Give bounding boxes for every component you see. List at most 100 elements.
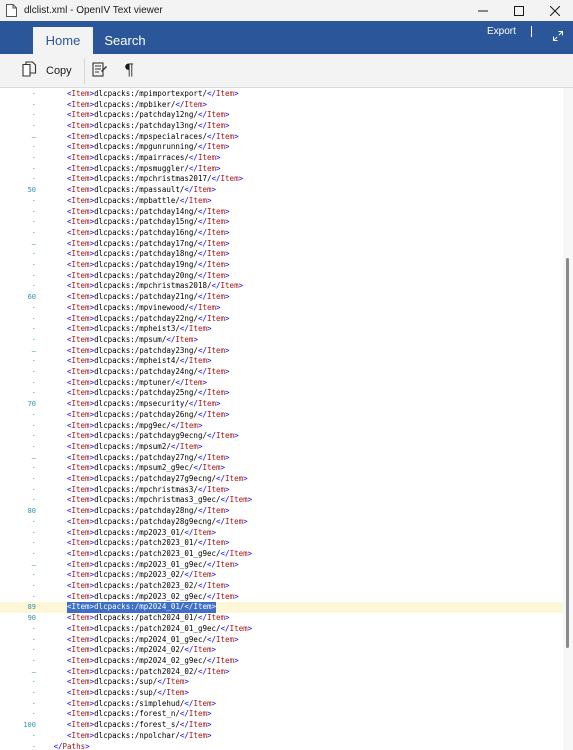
tab-home[interactable]: Home	[33, 27, 93, 54]
line-number: ·	[31, 485, 36, 494]
code-line: · <Item>dlcpacks:/mp2023_01/</Item>	[0, 528, 563, 539]
code-line: · <Item>dlcpacks:/mpgunrunning/</Item>	[0, 142, 563, 153]
code-line: · <Item>dlcpacks:/patchday12ng/</Item>	[0, 110, 563, 121]
line-number: ·	[31, 261, 36, 269]
code-text: <Item>dlcpacks:/mpchristmas2017/</Item>	[67, 174, 244, 184]
code-line: · <Item>dlcpacks:/sup/</Item>	[0, 677, 563, 688]
code-line: · <Item>dlcpacks:/patch2024_01_g9ec/</Ite…	[0, 624, 563, 635]
code-text: <Item>dlcpacks:/npolchar/</Item>	[67, 730, 212, 740]
code-text: <Item>dlcpacks:/patch2024_02/</Item>	[67, 666, 230, 676]
code-line: · <Item>dlcpacks:/mpbattle/</Item>	[0, 196, 563, 207]
code-text: <Item>dlcpacks:/patchday19ng/</Item>	[67, 260, 230, 269]
code-text: <Item>dlcpacks:/patchday24ng/</Item>	[67, 367, 230, 376]
code-line: · <Item>dlcpacks:/patchday19ng/</Item>	[0, 260, 563, 271]
line-number: 80	[27, 507, 36, 516]
copy-button[interactable]: Copy	[22, 61, 72, 81]
code-line: · <Item>dlcpacks:/mp2024_02_g9ec/</Item>	[0, 656, 563, 667]
copy-icon	[22, 61, 37, 81]
line-number: ·	[31, 710, 36, 719]
line-number: ·	[31, 410, 36, 419]
code-line: · <Item>dlcpacks:/patchday25ng/</Item>	[0, 388, 563, 399]
line-number: ·	[31, 528, 36, 537]
code-text: <Item>dlcpacks:/patch2023_01_g9ec/</Item…	[67, 548, 253, 558]
code-line: · <Item>dlcpacks:/mpchristmas2018/</Item>	[0, 281, 563, 292]
tab-search[interactable]: Search	[97, 27, 153, 54]
line-number: ·	[31, 442, 36, 451]
maximize-button[interactable]	[501, 0, 537, 21]
ribbon: Home Search Export	[0, 21, 573, 54]
line-number: ·	[31, 121, 36, 130]
line-number: ·	[31, 335, 36, 344]
toolbar-divider	[84, 58, 85, 84]
code-text: <Item>dlcpacks:/mp2024_01_g9ec/</Item>	[67, 634, 239, 644]
code-line: · <Item>dlcpacks:/mpairraces/</Item>	[0, 153, 563, 164]
line-number: ·	[31, 218, 36, 227]
code-text: <Item>dlcpacks:/forest_s/</Item>	[67, 720, 212, 730]
line-number: ·	[31, 250, 36, 259]
code-line: 70 <Item>dlcpacks:/mpsecurity/</Item>	[0, 399, 563, 410]
code-text: <Item>dlcpacks:/patchday23ng/</Item>	[67, 345, 230, 355]
vertical-scrollbar[interactable]	[563, 88, 573, 750]
line-number: 50	[27, 186, 36, 195]
line-number: ·	[31, 303, 36, 312]
pilcrow-icon[interactable]: ¶	[124, 60, 134, 79]
code-line: – <Item>dlcpacks:/mp2023_01_g9ec/</Item>	[0, 560, 563, 571]
code-line: · <Item>dlcpacks:/patchdayg9ecng/</Item>	[0, 431, 563, 442]
code-text: <Item>dlcpacks:/mpchristmas3_g9ec/</Item…	[67, 495, 253, 505]
line-number: ·	[31, 100, 36, 109]
code-line: · <Item>dlcpacks:/mpg9ec/</Item>	[0, 421, 563, 432]
line-number: ·	[31, 742, 36, 750]
title-bar: dlclist.xml - OpenIV Text viewer	[0, 0, 573, 21]
code-line: 89 <Item>dlcpacks:/mp2024_01/</Item>	[0, 602, 563, 614]
code-line: – <Item>dlcpacks:/patchday23ng/</Item>	[0, 346, 563, 357]
code-text: <Item>dlcpacks:/mpvinewood/</Item>	[67, 302, 221, 312]
code-line: · <Item>dlcpacks:/mpchristmas2017/</Item>	[0, 174, 563, 185]
code-text: <Item>dlcpacks:/mpchristmas2018/</Item>	[67, 281, 244, 291]
code-line: 100 <Item>dlcpacks:/forest_s/</Item>	[0, 720, 563, 731]
line-number: ·	[31, 282, 36, 291]
code-text: <Item>dlcpacks:/mpsum2/</Item>	[67, 441, 203, 451]
code-line: · <Item>dlcpacks:/mpchristmas3/</Item>	[0, 485, 563, 496]
line-number: ·	[31, 549, 36, 558]
code-line: · <Item>dlcpacks:/patchday16ng/</Item>	[0, 228, 563, 239]
line-number: ·	[31, 517, 36, 526]
line-number: ·	[31, 421, 36, 430]
line-number: ·	[31, 143, 36, 152]
minimize-button[interactable]	[465, 0, 501, 21]
code-text: <Item>dlcpacks:/patchday27g9ecng/</Item>	[67, 474, 248, 483]
line-number: ·	[31, 357, 36, 366]
code-text: <Item>dlcpacks:/simplehud/</Item>	[67, 698, 217, 708]
code-line: · <Item>dlcpacks:/mpsum/</Item>	[0, 335, 563, 346]
code-text: <Item>dlcpacks:/patchday27ng/</Item>	[67, 452, 230, 462]
expand-icon[interactable]	[553, 26, 563, 45]
code-text: <Item>dlcpacks:/forest_n/</Item>	[67, 709, 212, 719]
code-line: 60 <Item>dlcpacks:/patchday21ng/</Item>	[0, 292, 563, 303]
code-text: <Item>dlcpacks:/patchday15ng/</Item>	[67, 217, 230, 227]
close-button[interactable]	[537, 0, 573, 21]
close-icon	[550, 5, 560, 16]
code-line: – <Item>dlcpacks:/patchday27ng/</Item>	[0, 453, 563, 464]
code-line: · <Item>dlcpacks:/patchday22ng/</Item>	[0, 314, 563, 325]
code-text: <Item>dlcpacks:/patchday25ng/</Item>	[67, 388, 230, 398]
code-text: </Paths>	[53, 741, 90, 750]
code-text: <Item>dlcpacks:/mp2023_01_g9ec/</Item>	[67, 559, 239, 569]
text-editor[interactable]: · <Item>dlcpacks:/mpimportexport/</Item> ·…	[0, 88, 563, 750]
line-number: ·	[31, 539, 36, 548]
code-line: 90 <Item>dlcpacks:/patch2024_01/</Item>	[0, 613, 563, 624]
code-line: – <Item>dlcpacks:/patchday17ng/</Item>	[0, 239, 563, 250]
code-line: · <Item>dlcpacks:/mp2024_02/</Item>	[0, 645, 563, 656]
minimize-icon	[478, 6, 488, 16]
code-text: <Item>dlcpacks:/mpassault/</Item>	[67, 185, 217, 195]
code-line: · <Item>dlcpacks:/simplehud/</Item>	[0, 699, 563, 710]
code-text: <Item>dlcpacks:/mpspecialraces/</Item>	[67, 131, 239, 141]
code-line: · <Item>dlcpacks:/patch2023_02/</Item>	[0, 581, 563, 592]
word-wrap-icon[interactable]	[92, 62, 108, 82]
code-text: <Item>dlcpacks:/mp2023_02/</Item>	[67, 570, 217, 580]
line-number: ·	[31, 582, 36, 590]
scrollbar-thumb[interactable]	[566, 257, 569, 648]
code-text: <Item>dlcpacks:/patch2023_02/</Item>	[67, 581, 230, 590]
code-text: <Item>dlcpacks:/patchday18ng/</Item>	[67, 249, 230, 259]
code-line: · <Item>dlcpacks:/mpvinewood/</Item>	[0, 303, 563, 314]
export-button[interactable]: Export	[487, 26, 516, 37]
code-text: <Item>dlcpacks:/sup/</Item>	[67, 688, 189, 697]
